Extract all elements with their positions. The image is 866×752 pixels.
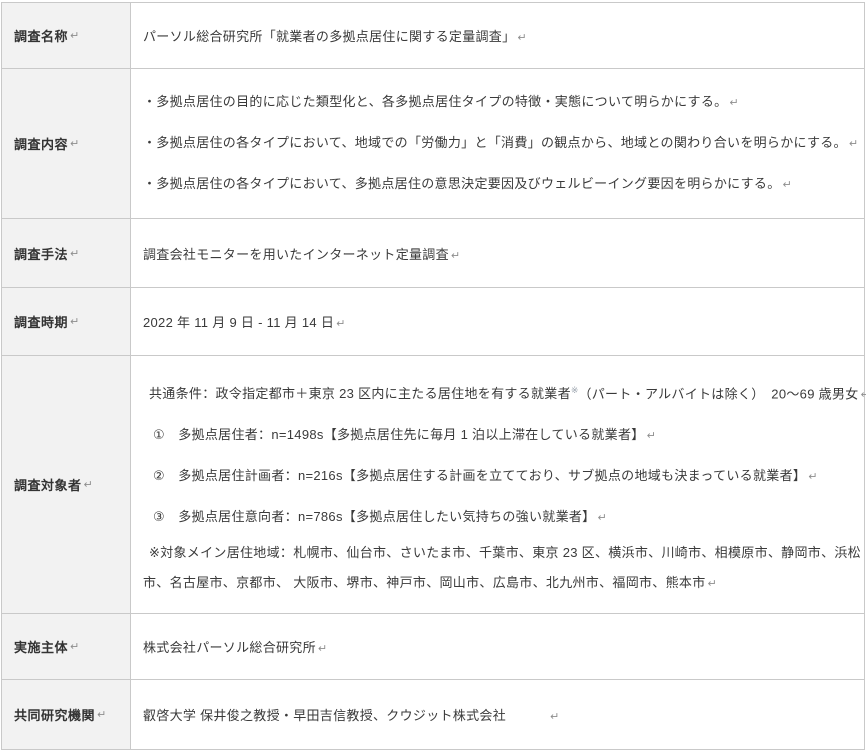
return-mark: ↵: [861, 389, 866, 401]
label-cell-organizer: 実施主体↵: [2, 614, 131, 679]
table-row-survey-name: 調査名称↵ パーソル総合研究所「就業者の多拠点居住に関する定量調査」↵: [2, 3, 864, 69]
return-mark: ↵: [517, 32, 526, 44]
return-mark: ↵: [70, 315, 79, 328]
survey-period-text: 2022 年 11 月 9 日 - 11 月 14 日: [143, 315, 334, 330]
content-cell-survey-subjects: 共通条件：政令指定都市＋東京 23 区内に主たる居住地を有する就業者※（パート・…: [131, 356, 866, 613]
content-cell-organizer: 株式会社パーソル総合研究所↵: [131, 614, 864, 679]
content-cell-survey-period: 2022 年 11 月 9 日 - 11 月 14 日↵: [131, 288, 864, 355]
subjects-common-condition: 共通条件：政令指定都市＋東京 23 区内に主たる居住地を有する就業者: [143, 386, 571, 401]
row-label: 共同研究機関: [14, 705, 95, 724]
table-row-survey-method: 調査手法↵ 調査会社モニターを用いたインターネット定量調査↵: [2, 219, 864, 288]
content-item: ・多拠点居住の各タイプにおいて、地域での「労働力」と「消費」の観点から、地域との…: [143, 135, 847, 150]
subject-group-item: ③ 多拠点居住意向者：n=786s【多拠点居住したい気持ちの強い就業者】: [143, 509, 595, 524]
content-cell-survey-method: 調査会社モニターを用いたインターネット定量調査↵: [131, 219, 864, 287]
return-mark: ↵: [783, 179, 792, 191]
return-mark: ↵: [647, 430, 656, 442]
return-mark: ↵: [70, 247, 79, 260]
row-label: 調査対象者: [14, 475, 82, 494]
content-cell-survey-name: パーソル総合研究所「就業者の多拠点居住に関する定量調査」↵: [131, 3, 864, 68]
return-mark: ↵: [70, 640, 79, 653]
content-cell-survey-content: ・多拠点居住の目的に応じた類型化と、各多拠点居住タイプの特徴・実態について明らか…: [131, 69, 866, 218]
row-label: 調査時期: [14, 312, 68, 331]
label-cell-survey-period: 調査時期↵: [2, 288, 131, 355]
row-label: 調査名称: [14, 26, 68, 45]
return-mark: ↵: [84, 478, 93, 491]
return-mark: ↵: [70, 137, 79, 150]
return-mark: ↵: [336, 318, 345, 330]
table-row-survey-content: 調査内容↵ ・多拠点居住の目的に応じた類型化と、各多拠点居住タイプの特徴・実態に…: [2, 69, 864, 219]
return-mark: ↵: [550, 711, 559, 723]
return-mark: ↵: [70, 29, 79, 42]
row-label: 実施主体: [14, 637, 68, 656]
survey-name-text: パーソル総合研究所「就業者の多拠点居住に関する定量調査」: [143, 29, 515, 44]
content-cell-research-partners: 叡啓大学 保井俊之教授・早田吉信教授、クウジット株式会社 ↵: [131, 680, 864, 749]
table-row-survey-period: 調査時期↵ 2022 年 11 月 9 日 - 11 月 14 日↵: [2, 288, 864, 356]
label-cell-research-partners: 共同研究機関↵: [2, 680, 131, 749]
return-mark: ↵: [808, 471, 817, 483]
table-row-survey-subjects: 調査対象者↵ 共通条件：政令指定都市＋東京 23 区内に主たる居住地を有する就業…: [2, 356, 864, 614]
return-mark: ↵: [849, 138, 858, 150]
label-cell-survey-name: 調査名称↵: [2, 3, 131, 68]
survey-overview-table: 調査名称↵ パーソル総合研究所「就業者の多拠点居住に関する定量調査」↵ 調査内容…: [1, 2, 865, 750]
label-cell-survey-content: 調査内容↵: [2, 69, 131, 218]
subject-group-item: ① 多拠点居住者：n=1498s【多拠点居住先に毎月 1 泊以上滞在している就業…: [143, 427, 645, 442]
content-item: ・多拠点居住の各タイプにおいて、多拠点居住の意思決定要因及びウェルビーイング要因…: [143, 176, 781, 191]
subject-group-item: ② 多拠点居住計画者：n=216s【多拠点居住する計画を立てており、サブ拠点の地…: [143, 468, 806, 483]
subjects-region-note: ※対象メイン居住地域：札幌市、仙台市、さいたま市、千葉市、東京 23 区、横浜市…: [143, 545, 861, 590]
table-row-research-partners: 共同研究機関↵ 叡啓大学 保井俊之教授・早田吉信教授、クウジット株式会社↵: [2, 680, 864, 749]
return-mark: ↵: [97, 708, 106, 721]
survey-method-text: 調査会社モニターを用いたインターネット定量調査: [143, 247, 449, 262]
row-label: 調査内容: [14, 134, 68, 153]
return-mark: ↵: [597, 512, 606, 524]
subjects-common-condition-suffix: （パート・アルバイトは除く） 20～69 歳男女: [578, 386, 858, 401]
organizer-text: 株式会社パーソル総合研究所: [143, 640, 316, 655]
label-cell-survey-method: 調査手法↵: [2, 219, 131, 287]
partners-text: 叡啓大学 保井俊之教授・早田吉信教授、クウジット株式会社: [143, 708, 506, 723]
return-mark: ↵: [708, 578, 717, 590]
content-item: ・多拠点居住の目的に応じた類型化と、各多拠点居住タイプの特徴・実態について明らか…: [143, 94, 727, 109]
row-label: 調査手法: [14, 244, 68, 263]
label-cell-survey-subjects: 調査対象者↵: [2, 356, 131, 613]
return-mark: ↵: [729, 97, 738, 109]
return-mark: ↵: [318, 643, 327, 655]
table-row-organizer: 実施主体↵ 株式会社パーソル総合研究所↵: [2, 614, 864, 680]
return-mark: ↵: [451, 250, 460, 262]
